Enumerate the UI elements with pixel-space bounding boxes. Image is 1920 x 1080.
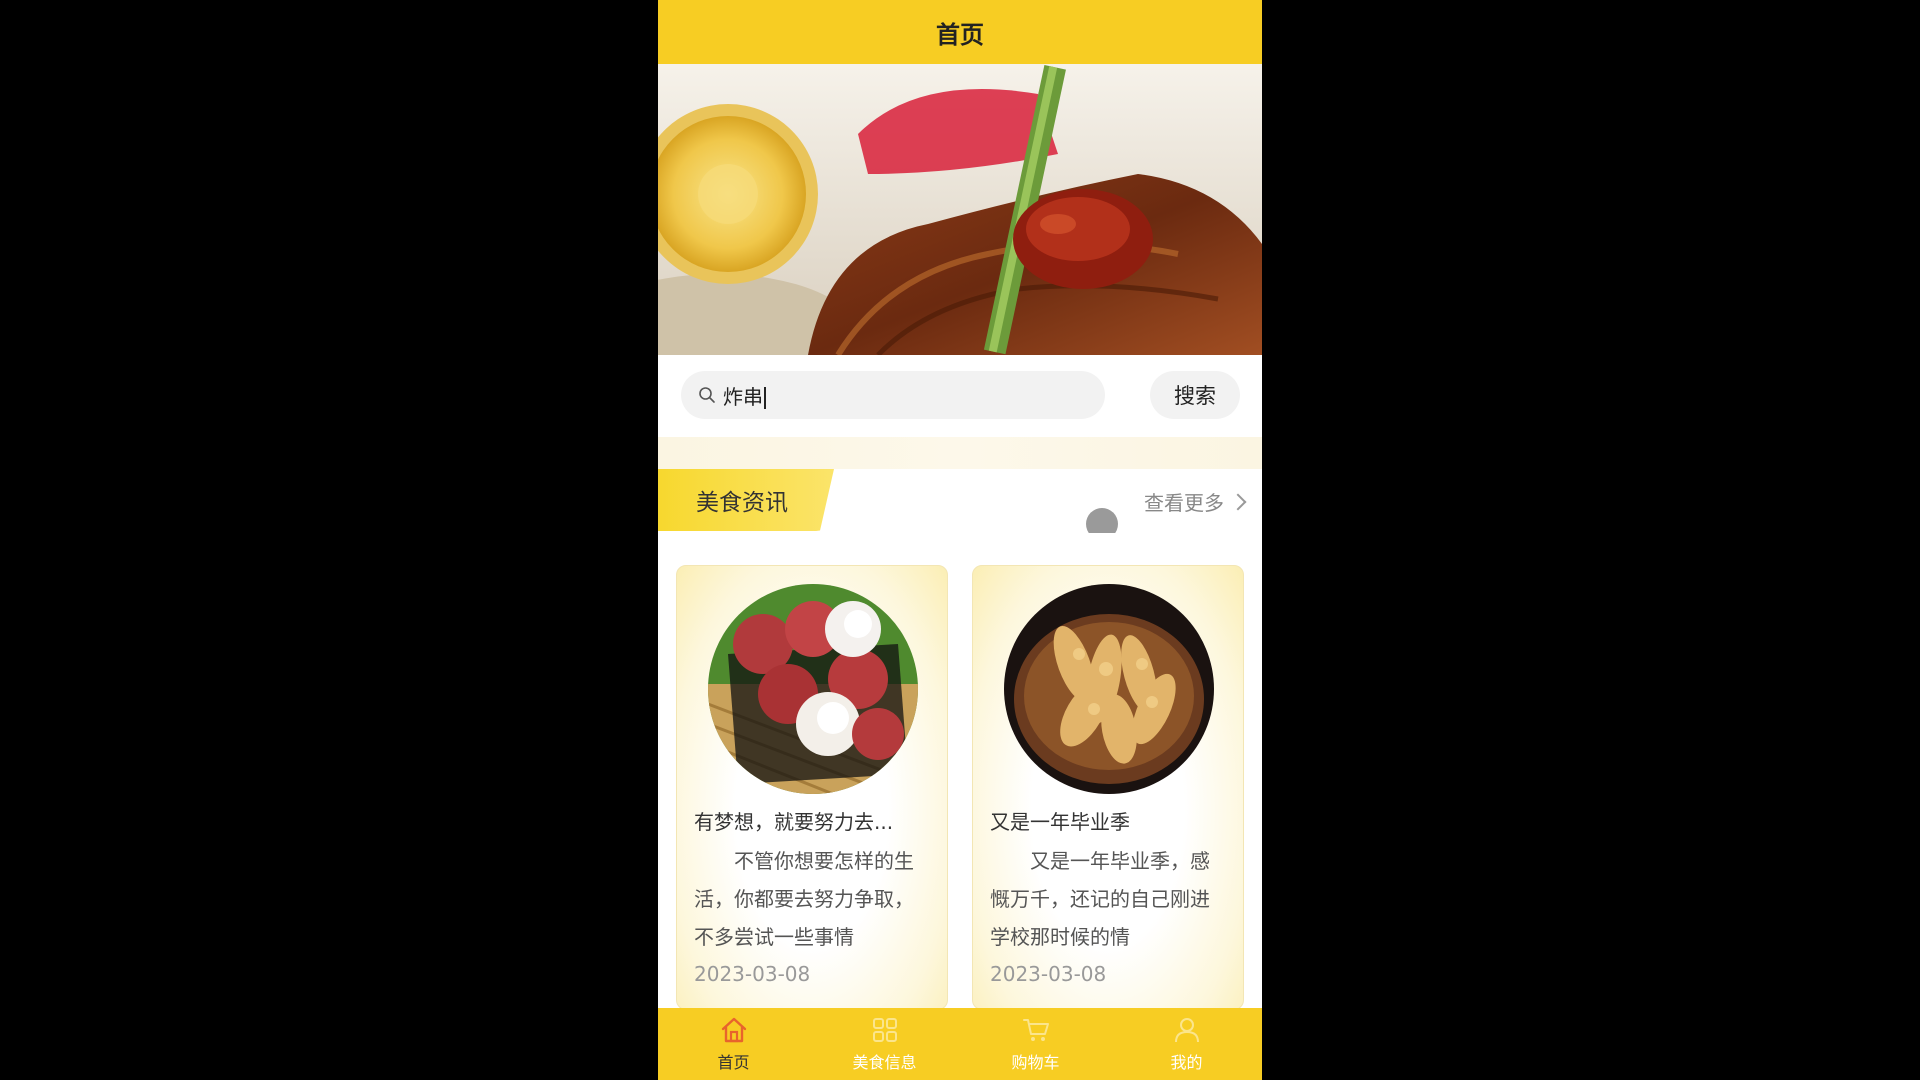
news-date: 2023-03-08 (694, 962, 811, 986)
news-section-tab: 美食资讯 (658, 469, 834, 531)
tab-cart[interactable]: 购物车 (960, 1008, 1111, 1080)
news-card[interactable]: 又是一年毕业季 又是一年毕业季，感慨万千，还记的自己刚进学校那时候的情 2023… (972, 565, 1244, 1010)
user-icon (1172, 1015, 1202, 1045)
search-icon (697, 385, 717, 405)
fried-food-image (1004, 584, 1214, 794)
news-section-header: 美食资讯 查看更多 (658, 469, 1262, 535)
news-summary: 又是一年毕业季，感慨万千，还记的自己刚进学校那时候的情 (990, 849, 1210, 949)
chevron-right-icon (1229, 493, 1247, 511)
section-title: 美食资讯 (696, 490, 788, 516)
bottom-tab-bar: 首页 美食信息 购物车 我的 (658, 1008, 1262, 1080)
lychee-image (708, 584, 918, 794)
news-title: 有梦想，就要努力去... (694, 810, 894, 834)
grid-icon (870, 1015, 900, 1045)
search-input[interactable]: 炸串 (681, 371, 1105, 419)
cart-icon (1021, 1015, 1051, 1045)
search-button[interactable]: 搜索 (1150, 371, 1240, 419)
food-banner-image (658, 64, 1262, 355)
tab-label: 购物车 (1011, 1053, 1060, 1072)
tab-label: 我的 (1170, 1053, 1203, 1072)
phone-screen: 首页 炸串 搜索 美食资讯 查看更多 有梦想，就要努力去... 不管你想要怎样的… (658, 0, 1262, 1080)
home-icon (719, 1015, 749, 1045)
food-banner[interactable] (658, 64, 1262, 355)
tab-home[interactable]: 首页 (658, 1008, 809, 1080)
divider-band (658, 437, 1262, 469)
view-more-link[interactable]: 查看更多 (1144, 487, 1247, 516)
news-title: 又是一年毕业季 (990, 810, 1130, 834)
top-navigation-bar: 首页 (658, 0, 1262, 64)
news-card[interactable]: 有梦想，就要努力去... 不管你想要怎样的生活，你都要去努力争取，不多尝试一些事… (676, 565, 948, 1010)
news-thumbnail (1004, 584, 1214, 794)
page-title: 首页 (936, 20, 984, 49)
news-date: 2023-03-08 (990, 962, 1107, 986)
tab-mine[interactable]: 我的 (1111, 1008, 1262, 1080)
news-thumbnail (708, 584, 918, 794)
search-row: 炸串 搜索 (658, 355, 1262, 437)
tab-label: 美食信息 (852, 1053, 917, 1072)
news-summary: 不管你想要怎样的生活，你都要去努力争取，不多尝试一些事情 (694, 849, 914, 949)
view-more-label: 查看更多 (1144, 491, 1224, 515)
news-list: 有梦想，就要努力去... 不管你想要怎样的生活，你都要去努力争取，不多尝试一些事… (658, 533, 1262, 1010)
tab-food-info[interactable]: 美食信息 (809, 1008, 960, 1080)
search-input-value: 炸串 (723, 381, 766, 410)
tab-label: 首页 (717, 1053, 750, 1072)
